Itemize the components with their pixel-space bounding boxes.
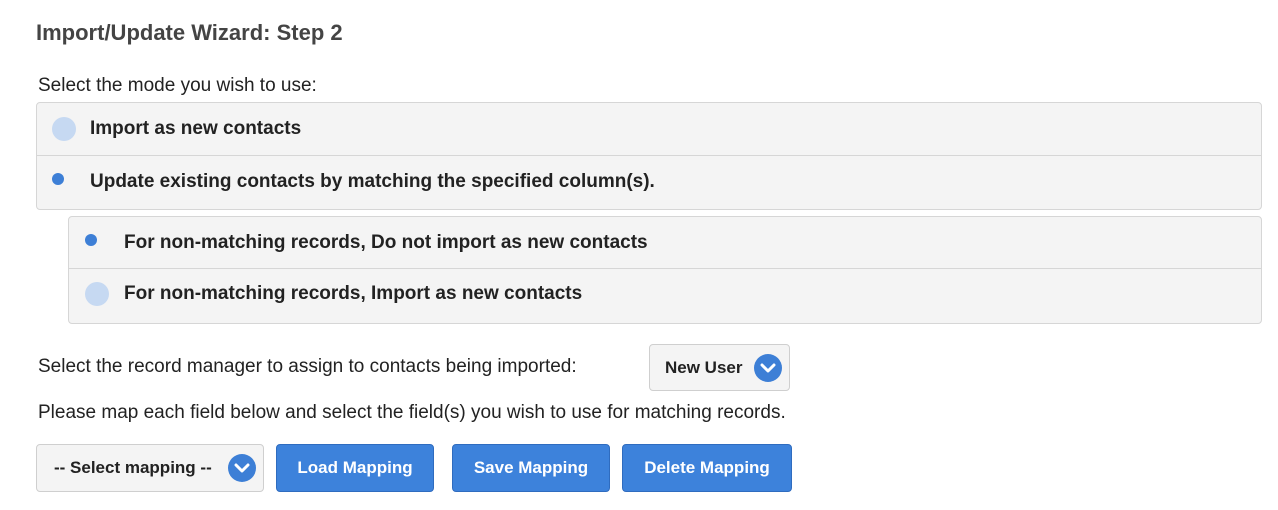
non-matching-option-do-not-import[interactable]: For non-matching records, Do not import … — [69, 217, 1261, 268]
radio-selected-icon[interactable] — [85, 234, 97, 246]
radio-selected-icon[interactable] — [52, 173, 64, 185]
mode-option-import-new[interactable]: Import as new contacts — [37, 103, 1261, 155]
record-manager-value: New User — [665, 357, 743, 377]
mode-option-label: Update existing contacts by matching the… — [90, 170, 655, 192]
record-manager-select[interactable]: New User — [649, 344, 790, 391]
non-matching-radio-group: For non-matching records, Do not import … — [68, 216, 1262, 324]
chevron-down-icon[interactable] — [754, 353, 782, 382]
chevron-down-icon[interactable] — [228, 454, 256, 482]
non-matching-option-label: For non-matching records, Do not import … — [124, 231, 648, 253]
mode-radio-group: Import as new contacts Update existing c… — [36, 102, 1262, 210]
record-manager-label: Select the record manager to assign to c… — [38, 356, 577, 377]
mapping-select-value: -- Select mapping -- — [54, 458, 212, 477]
mapping-select[interactable]: -- Select mapping -- — [36, 444, 264, 492]
save-mapping-button[interactable]: Save Mapping — [452, 444, 610, 492]
radio-unselected-icon[interactable] — [85, 282, 109, 306]
mode-option-label: Import as new contacts — [90, 118, 302, 139]
non-matching-option-import-new[interactable]: For non-matching records, Import as new … — [69, 268, 1261, 319]
delete-mapping-button[interactable]: Delete Mapping — [622, 444, 792, 492]
map-instructions: Please map each field below and select t… — [38, 402, 786, 423]
load-mapping-button[interactable]: Load Mapping — [276, 444, 434, 492]
radio-unselected-icon[interactable] — [52, 117, 76, 141]
page-title: Import/Update Wizard: Step 2 — [36, 20, 343, 45]
mode-option-update-existing[interactable]: Update existing contacts by matching the… — [37, 155, 1261, 207]
non-matching-option-label: For non-matching records, Import as new … — [124, 283, 583, 304]
mode-prompt: Select the mode you wish to use: — [38, 75, 317, 96]
